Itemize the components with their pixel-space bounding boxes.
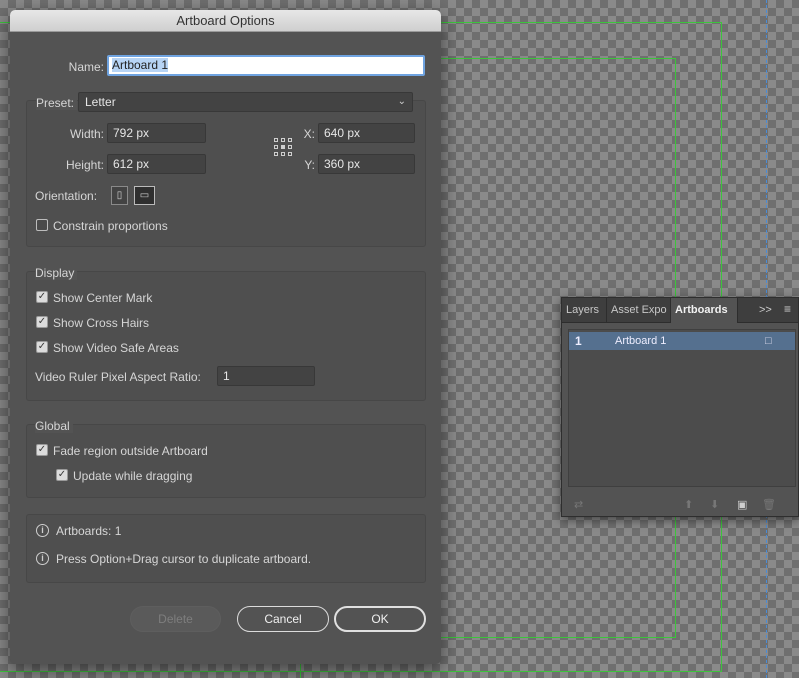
constrain-proportions-checkbox[interactable]	[36, 219, 48, 231]
more-tabs-icon[interactable]: >>	[759, 304, 772, 316]
artboard-options-dialog: Artboard Options Name: Artboard 1 Preset…	[10, 10, 441, 664]
landscape-orientation-button[interactable]: ▭	[134, 186, 155, 205]
ok-button[interactable]: OK	[334, 606, 426, 632]
width-field[interactable]: 792 px	[107, 123, 206, 143]
show-cross-hairs-label: Show Cross Hairs	[53, 316, 150, 330]
dialog-title: Artboard Options	[10, 10, 441, 32]
fade-region-label: Fade region outside Artboard	[53, 444, 208, 458]
artboard-index: 1	[575, 334, 582, 348]
preset-value: Letter	[85, 95, 116, 109]
move-down-icon[interactable]: ⬇	[710, 498, 719, 511]
name-field-value: Artboard 1	[112, 58, 169, 72]
delete-button[interactable]: Delete	[130, 606, 221, 632]
panel-footer: ⇄ ⬆ ⬇ ▣ 🗑	[562, 492, 798, 516]
name-field[interactable]: Artboard 1	[107, 55, 425, 76]
artboard-name: Artboard 1	[615, 335, 667, 347]
tab-layers[interactable]: Layers	[562, 298, 607, 323]
global-group	[26, 424, 426, 498]
artboards-list: 1 Artboard 1 □	[568, 329, 796, 487]
chevron-down-icon: ⌄	[397, 96, 406, 107]
height-label: Height:	[65, 158, 104, 172]
info-icon: i	[36, 552, 49, 565]
reference-point-icon[interactable]	[274, 138, 292, 156]
y-label: Y:	[304, 158, 315, 172]
panel-menu-icon[interactable]: ≡	[784, 302, 791, 316]
update-while-dragging-label: Update while dragging	[73, 469, 193, 483]
display-heading: Display	[35, 266, 78, 280]
artboard-options-icon[interactable]: □	[765, 332, 772, 350]
height-field[interactable]: 612 px	[107, 154, 206, 174]
update-while-dragging-checkbox[interactable]: ✓	[56, 469, 68, 481]
y-field[interactable]: 360 px	[318, 154, 415, 174]
width-label: Width:	[69, 127, 104, 141]
constrain-proportions-label: Constrain proportions	[53, 219, 168, 233]
show-center-mark-checkbox[interactable]: ✓	[36, 291, 48, 303]
video-ratio-label: Video Ruler Pixel Aspect Ratio:	[35, 370, 201, 384]
x-field[interactable]: 640 px	[318, 123, 415, 143]
portrait-orientation-button[interactable]: ▯	[111, 186, 128, 205]
new-artboard-icon[interactable]: ▣	[737, 498, 747, 511]
show-video-safe-areas-checkbox[interactable]: ✓	[36, 341, 48, 353]
rearrange-icon[interactable]: ⇄	[574, 498, 583, 511]
show-video-safe-areas-label: Show Video Safe Areas	[53, 341, 179, 355]
artboards-count-text: Artboards: 1	[56, 524, 122, 538]
tab-asset-export[interactable]: Asset Expo	[607, 298, 671, 323]
fade-region-checkbox[interactable]: ✓	[36, 444, 48, 456]
name-label: Name:	[68, 60, 104, 74]
panel-tab-bar: Layers Asset Expo Artboards >> ≡	[562, 298, 798, 323]
delete-artboard-icon[interactable]: 🗑	[762, 498, 776, 511]
move-up-icon[interactable]: ⬆	[684, 498, 693, 511]
info-icon: i	[36, 524, 49, 537]
cancel-button[interactable]: Cancel	[237, 606, 329, 632]
list-item[interactable]: 1 Artboard 1 □	[569, 332, 795, 350]
orientation-label: Orientation:	[35, 189, 98, 203]
show-center-mark-label: Show Center Mark	[53, 291, 153, 305]
preset-label: Preset:	[36, 96, 78, 110]
x-label: X:	[303, 127, 315, 141]
video-ratio-field[interactable]: 1	[217, 366, 315, 386]
artboards-panel: Layers Asset Expo Artboards >> ≡ 1 Artbo…	[561, 297, 799, 517]
duplicate-tip-text: Press Option+Drag cursor to duplicate ar…	[56, 552, 312, 566]
tab-artboards[interactable]: Artboards	[671, 298, 738, 323]
show-cross-hairs-checkbox[interactable]: ✓	[36, 316, 48, 328]
global-heading: Global	[35, 419, 73, 433]
preset-dropdown[interactable]: Letter ⌄	[78, 92, 413, 112]
